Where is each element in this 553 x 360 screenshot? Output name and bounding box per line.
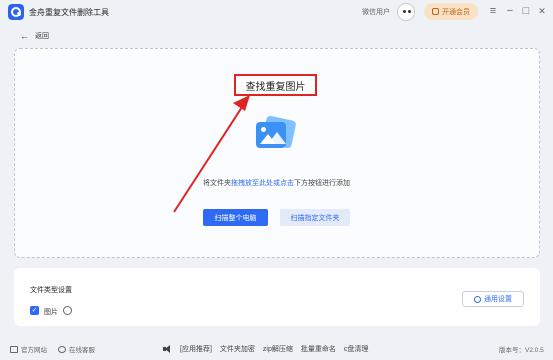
general-settings-button[interactable]: 通用设置	[462, 291, 524, 307]
scan-pc-button[interactable]: 扫描整个电脑	[203, 209, 268, 226]
tool-item[interactable]: 文件夹加密	[220, 344, 255, 354]
arrow-left-icon: ←	[20, 31, 29, 41]
image-type-checkbox[interactable]: ✓	[30, 306, 39, 315]
version-label: 版本号：V2.0.5	[499, 347, 544, 354]
website-link[interactable]: 官方网站	[10, 344, 47, 354]
hint-suffix: 下方按钮进行添加	[294, 180, 350, 187]
speaker-icon	[163, 345, 172, 353]
maximize-icon[interactable]: □	[519, 4, 533, 18]
image-icon-front	[256, 122, 286, 148]
image-type-label: 图片	[44, 309, 58, 316]
tool-recommendations: [应用推荐] 文件夹加密 zip解压缩 批量重命名 c盘清理	[163, 344, 368, 354]
back-label: 返回	[35, 33, 49, 40]
settings-gear-icon	[474, 295, 481, 303]
avatar[interactable]	[397, 3, 415, 21]
general-settings-label: 通用设置	[484, 296, 512, 303]
avatar-eye-right	[408, 10, 411, 13]
user-name[interactable]: 微信用户	[362, 7, 390, 17]
tool-item[interactable]: 批量重命名	[301, 344, 336, 354]
avatar-eye-left	[403, 10, 406, 13]
headset-icon	[58, 345, 66, 353]
tool-item: [应用推荐]	[180, 346, 212, 353]
file-type-panel: 文件类型设置 ✓ 图片 通用设置	[14, 268, 540, 326]
support-label: 在线客服	[69, 347, 95, 354]
app-title: 金舟重复文件删除工具	[29, 8, 109, 17]
vip-label: 开通会员	[442, 8, 470, 16]
drop-hint: 将文件夹拖拽放至此处或点击下方按钮进行添加	[0, 178, 553, 188]
image-icon	[256, 115, 297, 150]
hint-link[interactable]: 拖拽放至此处或点击	[231, 180, 294, 187]
file-type-title: 文件类型设置	[30, 287, 72, 294]
app-logo-icon	[8, 4, 24, 20]
page-title: 查找重复图片	[234, 74, 317, 96]
title-bar: 金舟重复文件删除工具 微信用户 开通会员 ≡ − □ ✕	[0, 0, 553, 24]
thumbs-up-icon	[432, 8, 439, 15]
menu-icon[interactable]: ≡	[486, 4, 500, 18]
tool-item[interactable]: c盘清理	[344, 344, 369, 354]
scan-folder-button[interactable]: 扫描指定文件夹	[280, 209, 350, 226]
footer: 官方网站 在线客服 [应用推荐] 文件夹加密 zip解压缩 批量重命名 c盘清理…	[0, 338, 553, 360]
image-icon-sun	[261, 127, 266, 132]
website-icon	[10, 345, 18, 353]
image-icon-mountain-front	[260, 134, 276, 144]
page-title-text: 查找重复图片	[245, 81, 306, 93]
gear-icon[interactable]	[63, 306, 72, 315]
website-label: 官方网站	[21, 347, 47, 354]
support-link[interactable]: 在线客服	[58, 344, 95, 354]
hint-prefix: 将文件夹	[203, 180, 231, 187]
back-button[interactable]: ← 返回	[20, 31, 49, 41]
close-icon[interactable]: ✕	[535, 4, 549, 18]
tool-item[interactable]: zip解压缩	[263, 344, 293, 354]
vip-button[interactable]: 开通会员	[424, 3, 478, 20]
minimize-icon[interactable]: −	[503, 4, 517, 18]
